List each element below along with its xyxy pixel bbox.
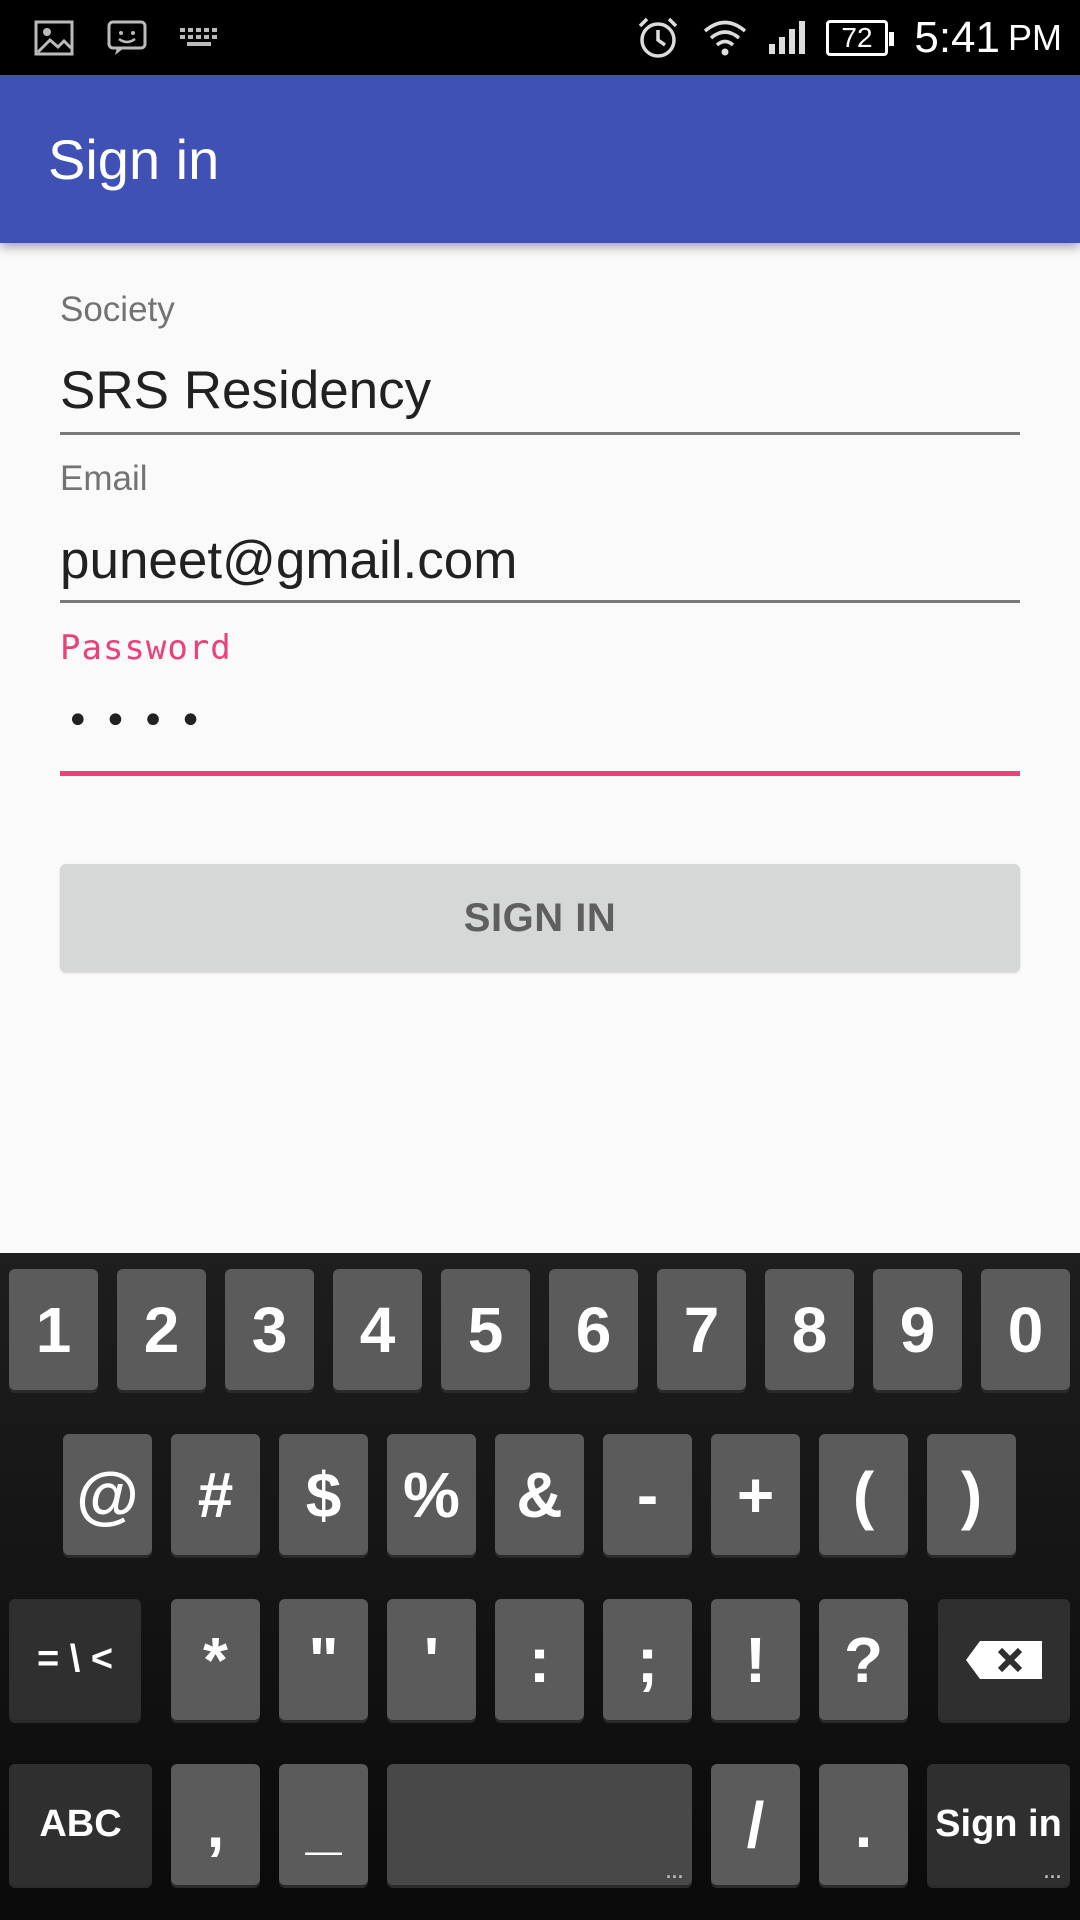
key-backspace[interactable] xyxy=(938,1599,1070,1720)
key-colon[interactable]: : xyxy=(495,1599,584,1720)
key-at[interactable]: @ xyxy=(63,1434,152,1555)
key-underscore[interactable]: _ xyxy=(279,1764,368,1885)
key-2[interactable]: 2 xyxy=(117,1269,206,1390)
email-input[interactable]: puneet@gmail.com xyxy=(60,530,517,591)
clock: 5:41 PM xyxy=(914,0,1062,75)
key-dollar[interactable]: $ xyxy=(279,1434,368,1555)
key-4[interactable]: 4 xyxy=(333,1269,422,1390)
key-9[interactable]: 9 xyxy=(873,1269,962,1390)
key-6[interactable]: 6 xyxy=(549,1269,638,1390)
keyboard: 1 2 3 4 5 6 7 8 9 0 @ # $ % & - + ( ) = … xyxy=(0,1253,1080,1920)
key-asterisk[interactable]: * xyxy=(171,1599,260,1720)
key-0[interactable]: 0 xyxy=(981,1269,1070,1390)
key-abc[interactable]: ABC xyxy=(9,1764,152,1885)
key-more-symbols[interactable]: = \ < xyxy=(9,1599,141,1720)
key-open-paren[interactable]: ( xyxy=(819,1434,908,1555)
page-title: Sign in xyxy=(48,127,220,191)
key-plus[interactable]: + xyxy=(711,1434,800,1555)
key-sign-in-action[interactable]: Sign in ... xyxy=(927,1764,1070,1885)
society-field[interactable]: Society SRS Residency xyxy=(60,290,1020,440)
key-slash[interactable]: / xyxy=(711,1764,800,1885)
key-ampersand[interactable]: & xyxy=(495,1434,584,1555)
app-bar: Sign in xyxy=(0,75,1080,243)
key-percent[interactable]: % xyxy=(387,1434,476,1555)
key-single-quote[interactable]: ' xyxy=(387,1599,476,1720)
key-close-paren[interactable]: ) xyxy=(927,1434,1016,1555)
password-label: Password xyxy=(60,628,232,668)
key-3[interactable]: 3 xyxy=(225,1269,314,1390)
action-more-indicator: ... xyxy=(1043,1862,1062,1882)
key-8[interactable]: 8 xyxy=(765,1269,854,1390)
key-hash[interactable]: # xyxy=(171,1434,260,1555)
key-minus[interactable]: - xyxy=(603,1434,692,1555)
email-label: Email xyxy=(60,459,148,498)
society-input[interactable]: SRS Residency xyxy=(60,360,431,421)
key-comma[interactable]: , xyxy=(171,1764,260,1885)
key-1[interactable]: 1 xyxy=(9,1269,98,1390)
key-5[interactable]: 5 xyxy=(441,1269,530,1390)
clock-ampm: PM xyxy=(1008,16,1062,58)
sign-in-button[interactable]: SIGN IN xyxy=(60,864,1020,972)
battery-indicator: 72 xyxy=(826,20,894,56)
alarm-icon xyxy=(636,0,680,75)
password-field[interactable]: Password •••• xyxy=(60,628,1020,778)
clock-time: 5:41 xyxy=(914,12,1000,62)
wifi-icon xyxy=(700,0,750,75)
messenger-icon xyxy=(105,0,149,75)
email-field[interactable]: Email puneet@gmail.com xyxy=(60,459,1020,609)
battery-level: 72 xyxy=(841,22,873,53)
society-label: Society xyxy=(60,290,175,329)
backspace-icon xyxy=(966,1640,1042,1679)
space-more-indicator: ... xyxy=(665,1862,684,1882)
society-underline xyxy=(60,432,1020,435)
key-space[interactable]: ... xyxy=(387,1764,692,1885)
key-double-quote[interactable]: " xyxy=(279,1599,368,1720)
keyboard-icon xyxy=(177,0,221,75)
key-semicolon[interactable]: ; xyxy=(603,1599,692,1720)
signal-icon xyxy=(766,0,810,75)
image-icon xyxy=(32,0,76,75)
password-underline xyxy=(60,771,1020,776)
password-input[interactable]: •••• xyxy=(66,698,216,744)
key-period[interactable]: . xyxy=(819,1764,908,1885)
sign-in-action-label: Sign in xyxy=(935,1803,1062,1845)
key-question[interactable]: ? xyxy=(819,1599,908,1720)
key-exclamation[interactable]: ! xyxy=(711,1599,800,1720)
email-underline xyxy=(60,600,1020,603)
status-bar: 72 5:41 PM xyxy=(0,0,1080,75)
key-7[interactable]: 7 xyxy=(657,1269,746,1390)
